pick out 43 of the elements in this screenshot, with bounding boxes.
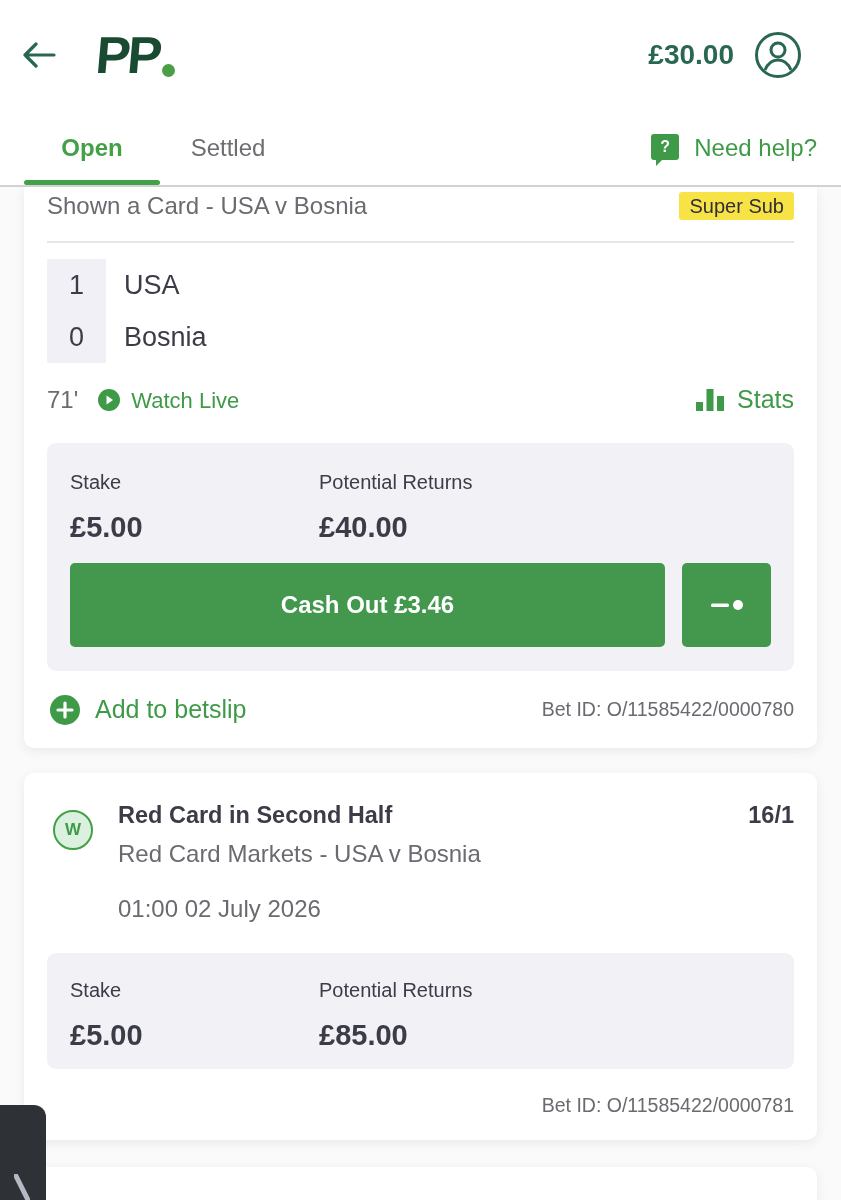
team-name: Bosnia [124,320,207,354]
team-score: 0 [68,320,85,354]
play-icon [98,389,121,411]
help-bubble-icon: ? [651,134,680,166]
account-button[interactable] [754,31,802,79]
market-name: Red Card Markets - USA v Bosnia [118,839,482,869]
returns-label: Potential Returns [319,470,473,495]
match-minute: 71' [47,385,79,415]
dash-dot-icon [710,600,743,610]
market-name: Shown a Card - USA v Bosnia [47,190,368,221]
logo-dot-icon [162,64,176,77]
stake-label: Stake [70,978,123,1003]
bet-id: Bet ID: O/11585422/0000780 [541,697,794,723]
stats-link[interactable]: Stats [696,381,794,419]
returns-amount: £40.00 [319,511,409,543]
back-arrow-icon [22,42,56,68]
slash-icon [14,1174,30,1200]
add-to-betslip-link[interactable]: Add to betslip [50,691,247,729]
account-balance: £30.00 [648,38,734,72]
bets-tab[interactable]: Settled [160,110,296,185]
back-button[interactable] [22,42,56,68]
brand-logo: PP [93,29,162,81]
plus-icon [50,695,80,725]
bets-tab[interactable]: Open [24,110,160,185]
team-score: 1 [68,268,85,302]
bet-odds: 16/1 [748,801,794,830]
selection-name: Red Card in Second Half [118,801,393,830]
event-date: 01:00 02 July 2026 [118,894,322,924]
team-name: USA [124,268,181,302]
returns-label: Potential Returns [319,978,473,1003]
returns-amount: £85.00 [319,1019,409,1051]
user-icon [754,31,802,79]
bet-id: Bet ID: O/11585422/0000781 [541,1093,794,1119]
bar-chart-icon [696,389,724,411]
side-panel-handle[interactable] [0,1105,46,1200]
stake-label: Stake [70,470,123,495]
result-badge: W [53,810,93,850]
promo-tag: Super Sub [679,191,794,220]
stake-amount: £5.00 [70,1019,144,1051]
cash-out-button[interactable]: Cash Out £3.46 [70,563,665,647]
stake-amount: £5.00 [70,511,144,543]
need-help-link[interactable]: ? Need help? [651,110,817,185]
watch-live-link[interactable]: Watch Live [98,383,240,417]
